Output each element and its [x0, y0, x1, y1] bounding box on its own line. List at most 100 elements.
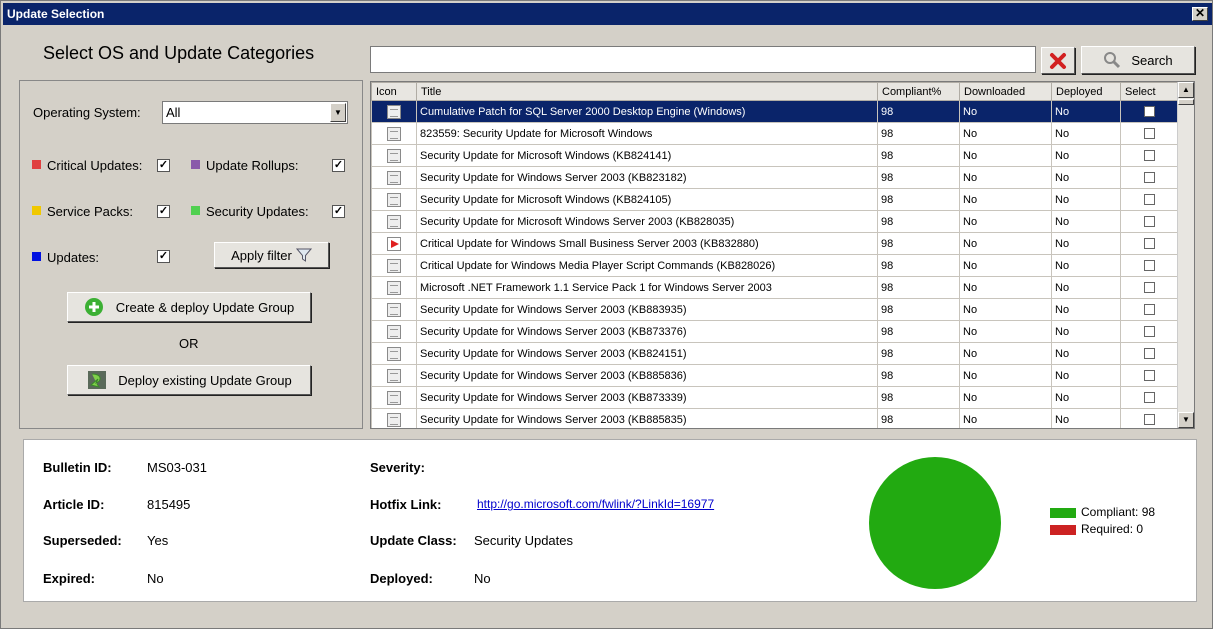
expired-label: Expired: — [43, 571, 96, 586]
legend-required-label: Required: 0 — [1081, 522, 1144, 536]
vertical-scrollbar[interactable]: ▲ ▼ — [1177, 82, 1194, 428]
os-select[interactable]: All ▼ — [162, 101, 348, 124]
row-select-checkbox[interactable] — [1144, 194, 1155, 206]
apply-filter-button[interactable]: Apply filter — [214, 242, 329, 268]
table-header-row: Icon Title Compliant% Downloaded Deploye… — [371, 82, 1179, 101]
scroll-thumb[interactable] — [1178, 99, 1194, 105]
row-select-checkbox[interactable] — [1144, 326, 1155, 338]
row-title: Security Update for Windows Server 2003 … — [416, 408, 878, 428]
bulletin-id-value: MS03-031 — [147, 460, 207, 475]
row-deployed: No — [1051, 166, 1121, 189]
clear-search-button[interactable] — [1041, 47, 1075, 74]
col-header-deployed[interactable]: Deployed — [1051, 82, 1121, 101]
row-icon-cell — [371, 210, 417, 233]
search-button[interactable]: Search — [1081, 46, 1195, 74]
row-deployed: No — [1051, 342, 1121, 365]
or-separator: OR — [179, 336, 199, 351]
chevron-down-icon[interactable]: ▼ — [330, 103, 346, 122]
row-select-cell — [1120, 100, 1179, 123]
row-compliant: 98 — [877, 100, 960, 123]
create-deploy-group-button[interactable]: Create & deploy Update Group — [67, 292, 311, 322]
col-header-select[interactable]: Select — [1120, 82, 1179, 101]
table-row[interactable]: Security Update for Microsoft Windows (K… — [371, 188, 1179, 211]
service-packs-label: Service Packs: — [47, 204, 133, 219]
updates-color-swatch — [32, 252, 41, 261]
row-compliant: 98 — [877, 320, 960, 343]
update-package-icon — [387, 324, 401, 339]
row-select-cell — [1120, 144, 1179, 167]
search-input[interactable] — [370, 46, 1036, 73]
col-header-compliant[interactable]: Compliant% — [877, 82, 960, 101]
update-package-icon — [387, 214, 401, 229]
close-button[interactable]: ✕ — [1192, 7, 1208, 21]
row-downloaded: No — [959, 386, 1052, 409]
table-row[interactable]: Security Update for Windows Server 2003 … — [371, 408, 1179, 428]
table-row[interactable]: Security Update for Windows Server 2003 … — [371, 342, 1179, 365]
row-icon-cell — [371, 144, 417, 167]
table-row[interactable]: Microsoft .NET Framework 1.1 Service Pac… — [371, 276, 1179, 299]
row-downloaded: No — [959, 364, 1052, 387]
table-row[interactable]: Security Update for Microsoft Windows Se… — [371, 210, 1179, 233]
row-title: Security Update for Windows Server 2003 … — [416, 342, 878, 365]
table-row[interactable]: Security Update for Windows Server 2003 … — [371, 320, 1179, 343]
update-package-icon — [387, 148, 401, 163]
row-select-checkbox[interactable] — [1144, 282, 1155, 294]
row-compliant: 98 — [877, 386, 960, 409]
row-select-checkbox[interactable] — [1144, 304, 1155, 316]
service-packs-checkbox[interactable]: ✓ — [157, 205, 170, 218]
table-row[interactable]: 823559: Security Update for Microsoft Wi… — [371, 122, 1179, 145]
row-select-checkbox[interactable] — [1144, 370, 1155, 382]
updates-table: Icon Title Compliant% Downloaded Deploye… — [371, 82, 1179, 428]
expired-value: No — [147, 571, 164, 586]
col-header-title[interactable]: Title — [416, 82, 878, 101]
scroll-down-icon[interactable]: ▼ — [1178, 412, 1194, 428]
table-row[interactable]: Cumulative Patch for SQL Server 2000 Des… — [371, 100, 1179, 123]
table-row[interactable]: Security Update for Windows Server 2003 … — [371, 386, 1179, 409]
hotfix-link-label: Hotfix Link: — [370, 497, 442, 512]
update-package-icon — [387, 368, 401, 383]
critical-color-swatch — [32, 160, 41, 169]
row-compliant: 98 — [877, 342, 960, 365]
row-title: Security Update for Windows Server 2003 … — [416, 166, 878, 189]
update-rollups-checkbox[interactable]: ✓ — [332, 159, 345, 172]
deploy-existing-group-button[interactable]: Deploy existing Update Group — [67, 365, 311, 395]
row-select-checkbox[interactable] — [1144, 392, 1155, 404]
table-row[interactable]: Security Update for Windows Server 2003 … — [371, 298, 1179, 321]
table-row[interactable]: Security Update for Microsoft Windows (K… — [371, 144, 1179, 167]
critical-updates-checkbox[interactable]: ✓ — [157, 159, 170, 172]
row-downloaded: No — [959, 342, 1052, 365]
col-header-downloaded[interactable]: Downloaded — [959, 82, 1052, 101]
row-select-cell — [1120, 254, 1179, 277]
row-select-checkbox[interactable] — [1144, 172, 1155, 184]
row-select-checkbox[interactable] — [1144, 260, 1155, 272]
legend-required-swatch — [1050, 525, 1076, 535]
row-select-checkbox[interactable] — [1144, 106, 1155, 118]
table-row[interactable]: Critical Update for Windows Media Player… — [371, 254, 1179, 277]
legend-compliant-swatch — [1050, 508, 1076, 518]
col-header-icon[interactable]: Icon — [371, 82, 417, 101]
row-deployed: No — [1051, 122, 1121, 145]
superseded-value: Yes — [147, 533, 169, 548]
table-row[interactable]: Critical Update for Windows Small Busine… — [371, 232, 1179, 255]
scroll-up-icon[interactable]: ▲ — [1178, 82, 1194, 98]
row-select-checkbox[interactable] — [1144, 128, 1155, 140]
legend-compliant-label: Compliant: 98 — [1081, 505, 1156, 519]
row-select-checkbox[interactable] — [1144, 414, 1155, 426]
row-select-checkbox[interactable] — [1144, 216, 1155, 228]
table-row[interactable]: Security Update for Windows Server 2003 … — [371, 166, 1179, 189]
table-row[interactable]: Security Update for Windows Server 2003 … — [371, 364, 1179, 387]
row-select-cell — [1120, 408, 1179, 428]
row-compliant: 98 — [877, 144, 960, 167]
row-select-checkbox[interactable] — [1144, 238, 1155, 250]
row-select-checkbox[interactable] — [1144, 150, 1155, 162]
severity-label: Severity: — [370, 460, 425, 475]
deployed-value: No — [474, 571, 491, 586]
row-icon-cell — [371, 408, 417, 428]
update-package-icon — [387, 104, 401, 119]
security-updates-checkbox[interactable]: ✓ — [332, 205, 345, 218]
updates-checkbox[interactable]: ✓ — [157, 250, 170, 263]
row-select-checkbox[interactable] — [1144, 348, 1155, 360]
hotfix-link[interactable]: http://go.microsoft.com/fwlink/?LinkId=1… — [477, 497, 714, 511]
row-icon-cell — [371, 364, 417, 387]
section-heading: Select OS and Update Categories — [43, 43, 315, 63]
